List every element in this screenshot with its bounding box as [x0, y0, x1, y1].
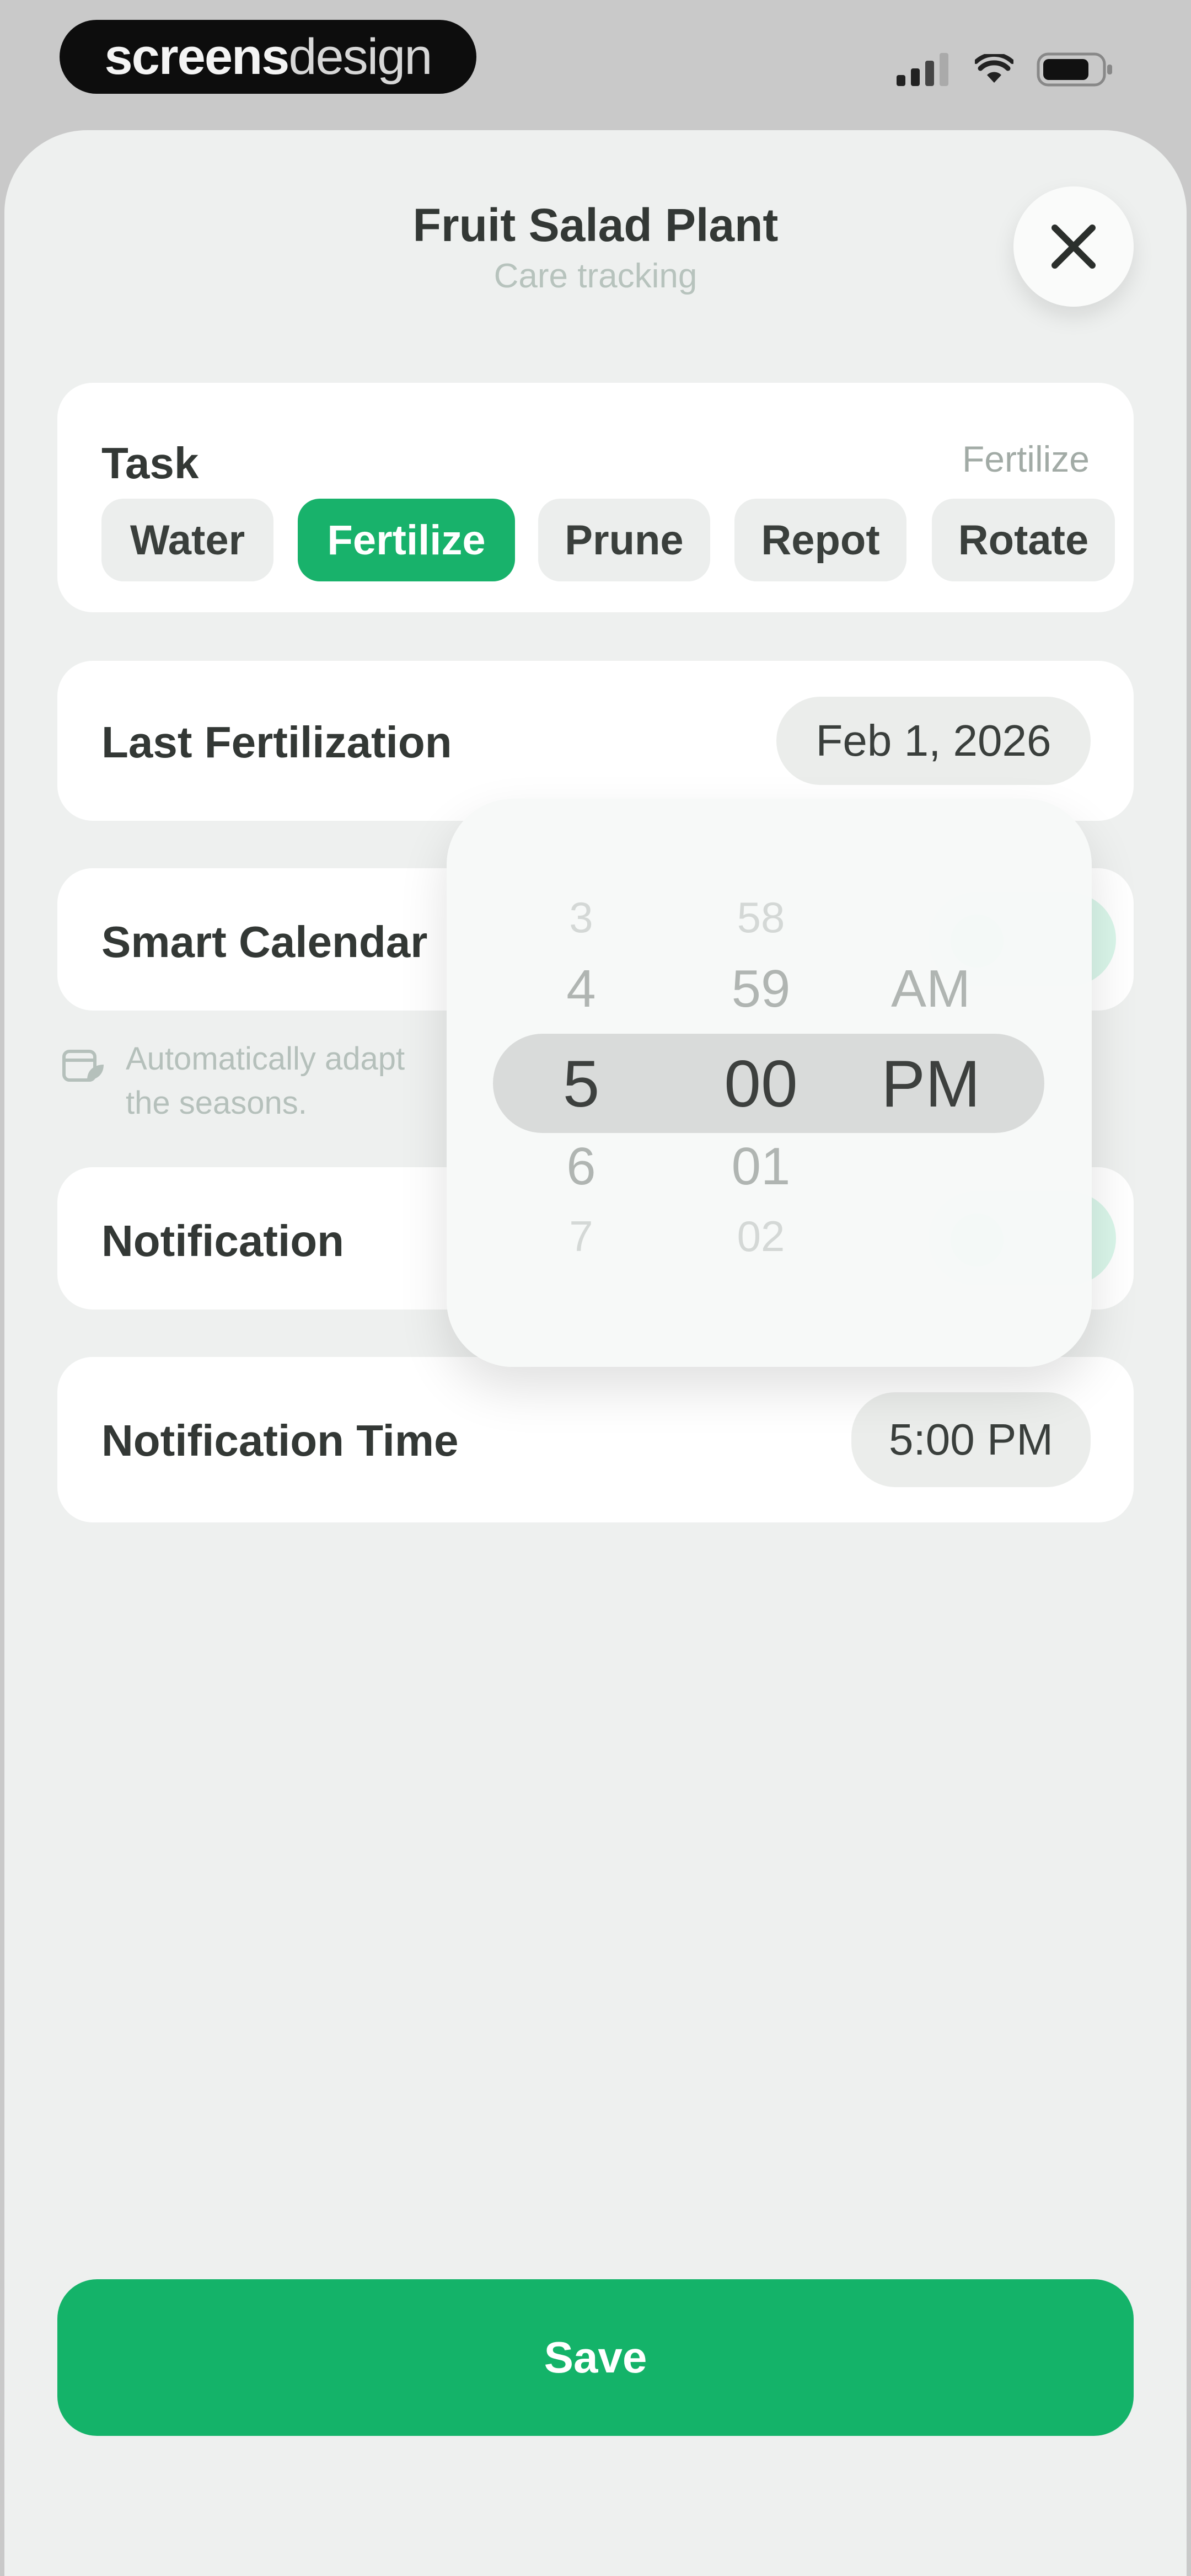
chip-repot[interactable]: Repot [734, 499, 906, 581]
picker-hour-option[interactable]: 4 [498, 959, 664, 1019]
smart-calendar-description: Automatically adapt the seasons. [126, 1041, 405, 1121]
chip-rotate[interactable]: Rotate [932, 499, 1115, 581]
picker-hour-option[interactable]: 6 [498, 1136, 664, 1197]
chip-prune[interactable]: Prune [538, 499, 710, 581]
picker-hour-selected[interactable]: 5 [498, 1046, 664, 1122]
picker-minute-option[interactable]: 59 [678, 959, 844, 1019]
brand-light-text: design [288, 28, 432, 85]
time-picker-popover[interactable]: 3 4 5 6 7 58 59 00 01 02 AM PM [447, 799, 1092, 1367]
last-fertilization-row: Last Fertilization Feb 1, 2026 [57, 661, 1134, 821]
chip-water[interactable]: Water [101, 499, 273, 581]
picker-period-selected[interactable]: PM [848, 1046, 1013, 1122]
notification-time-button[interactable]: 5:00 PM [851, 1392, 1091, 1487]
battery-icon [1037, 52, 1112, 87]
picker-minute-option[interactable]: 02 [678, 1211, 844, 1262]
picker-hour-option[interactable]: 3 [498, 892, 664, 943]
calendar-leaf-icon [62, 1050, 104, 1082]
smart-calendar-label: Smart Calendar [101, 917, 428, 966]
picker-minute-option[interactable]: 01 [678, 1136, 844, 1197]
task-card: Task Fertilize Water Fertilize Prune Rep… [57, 383, 1134, 612]
last-fertilization-date-button[interactable]: Feb 1, 2026 [776, 697, 1091, 785]
task-selected-value: Fertilize [962, 439, 1090, 479]
wifi-icon [975, 54, 1013, 83]
status-icons [897, 52, 1114, 87]
close-icon [1051, 225, 1096, 269]
brand-logo: screens design [60, 20, 476, 94]
status-bar: screens design [0, 0, 1191, 127]
brand-bold-text: screens [104, 28, 290, 85]
picker-minute-option[interactable]: 58 [678, 892, 844, 943]
picker-minute-selected[interactable]: 00 [678, 1046, 844, 1122]
chip-fertilize[interactable]: Fertilize [298, 499, 515, 581]
picker-period-option[interactable]: AM [848, 959, 1013, 1019]
notification-time-label: Notification Time [101, 1416, 459, 1465]
last-fertilization-label: Last Fertilization [101, 718, 452, 767]
sheet-title: Fruit Salad Plant [412, 199, 779, 251]
task-label: Task [101, 439, 199, 488]
close-button[interactable] [1013, 186, 1134, 307]
sheet-subtitle: Care tracking [493, 257, 698, 295]
cellular-signal-icon [897, 53, 948, 86]
picker-hour-option[interactable]: 7 [498, 1211, 664, 1262]
notification-time-row: Notification Time 5:00 PM [57, 1357, 1134, 1522]
save-button[interactable]: Save [57, 2279, 1134, 2436]
notification-label: Notification [101, 1216, 344, 1265]
